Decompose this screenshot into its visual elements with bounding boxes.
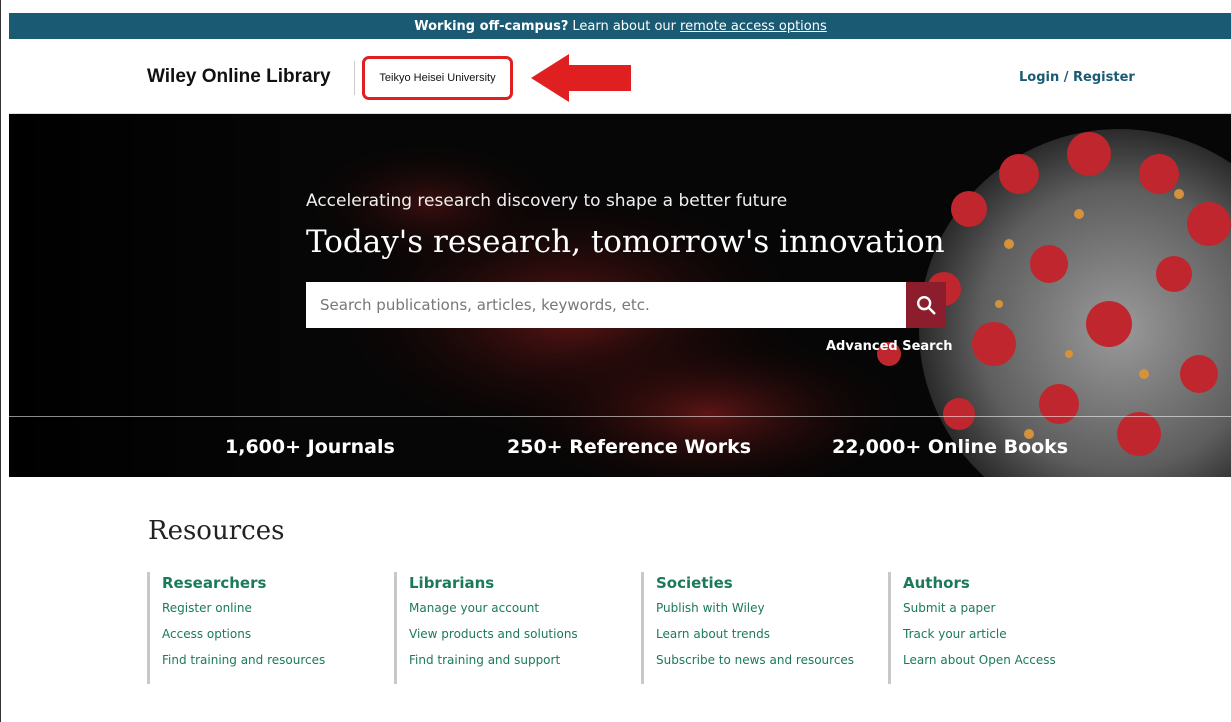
link-find-training-resources[interactable]: Find training and resources [162, 653, 382, 667]
column-title: Researchers [162, 574, 267, 592]
link-open-access[interactable]: Learn about Open Access [903, 653, 1123, 667]
login-register-link[interactable]: Login / Register [1019, 70, 1135, 85]
resources-column-authors: Authors Submit a paper Track your articl… [888, 572, 1123, 684]
link-find-training-support[interactable]: Find training and support [409, 653, 629, 667]
link-view-products[interactable]: View products and solutions [409, 627, 629, 641]
link-access-options[interactable]: Access options [162, 627, 382, 641]
hero-tagline: Accelerating research discovery to shape… [306, 191, 788, 211]
stat-journals[interactable]: 1,600+ Journals [225, 436, 395, 458]
site-header: Wiley Online Library Teikyo Heisei Unive… [9, 39, 1231, 114]
column-title: Authors [903, 574, 970, 592]
link-register-online[interactable]: Register online [162, 601, 382, 615]
institution-name: Teikyo Heisei University [379, 72, 496, 84]
resources-column-researchers: Researchers Register online Access optio… [147, 572, 382, 684]
column-title: Societies [656, 574, 733, 592]
institution-badge: Teikyo Heisei University [362, 56, 513, 100]
arrow-left-icon [531, 54, 631, 102]
page-frame: Working off-campus? Learn about our remo… [0, 0, 1231, 722]
hero-headline: Today's research, tomorrow's innovation [306, 224, 945, 260]
remote-access-banner: Working off-campus? Learn about our remo… [9, 13, 1231, 39]
banner-strong-text: Working off-campus? [414, 18, 569, 34]
link-publish-with-wiley[interactable]: Publish with Wiley [656, 601, 876, 615]
column-title: Librarians [409, 574, 495, 592]
link-submit-paper[interactable]: Submit a paper [903, 601, 1123, 615]
search-icon [917, 296, 936, 315]
link-learn-about-trends[interactable]: Learn about trends [656, 627, 876, 641]
banner-text: Learn about our [572, 18, 677, 34]
stats-divider [9, 416, 1231, 417]
search-button[interactable] [906, 282, 946, 328]
logo-divider [354, 61, 355, 95]
link-subscribe-news[interactable]: Subscribe to news and resources [656, 653, 876, 667]
advanced-search-link[interactable]: Advanced Search [826, 339, 953, 354]
stat-online-books[interactable]: 22,000+ Online Books [832, 436, 1068, 458]
hero-section: Accelerating research discovery to shape… [9, 114, 1231, 477]
stat-reference-works[interactable]: 250+ Reference Works [507, 436, 751, 458]
resources-column-librarians: Librarians Manage your account View prod… [394, 572, 629, 684]
link-manage-account[interactable]: Manage your account [409, 601, 629, 615]
remote-access-link[interactable]: remote access options [680, 19, 827, 34]
search-input[interactable] [306, 282, 906, 328]
site-logo[interactable]: Wiley Online Library [147, 66, 331, 88]
link-track-article[interactable]: Track your article [903, 627, 1123, 641]
resources-column-societies: Societies Publish with Wiley Learn about… [641, 572, 876, 684]
resources-title: Resources [148, 516, 285, 546]
